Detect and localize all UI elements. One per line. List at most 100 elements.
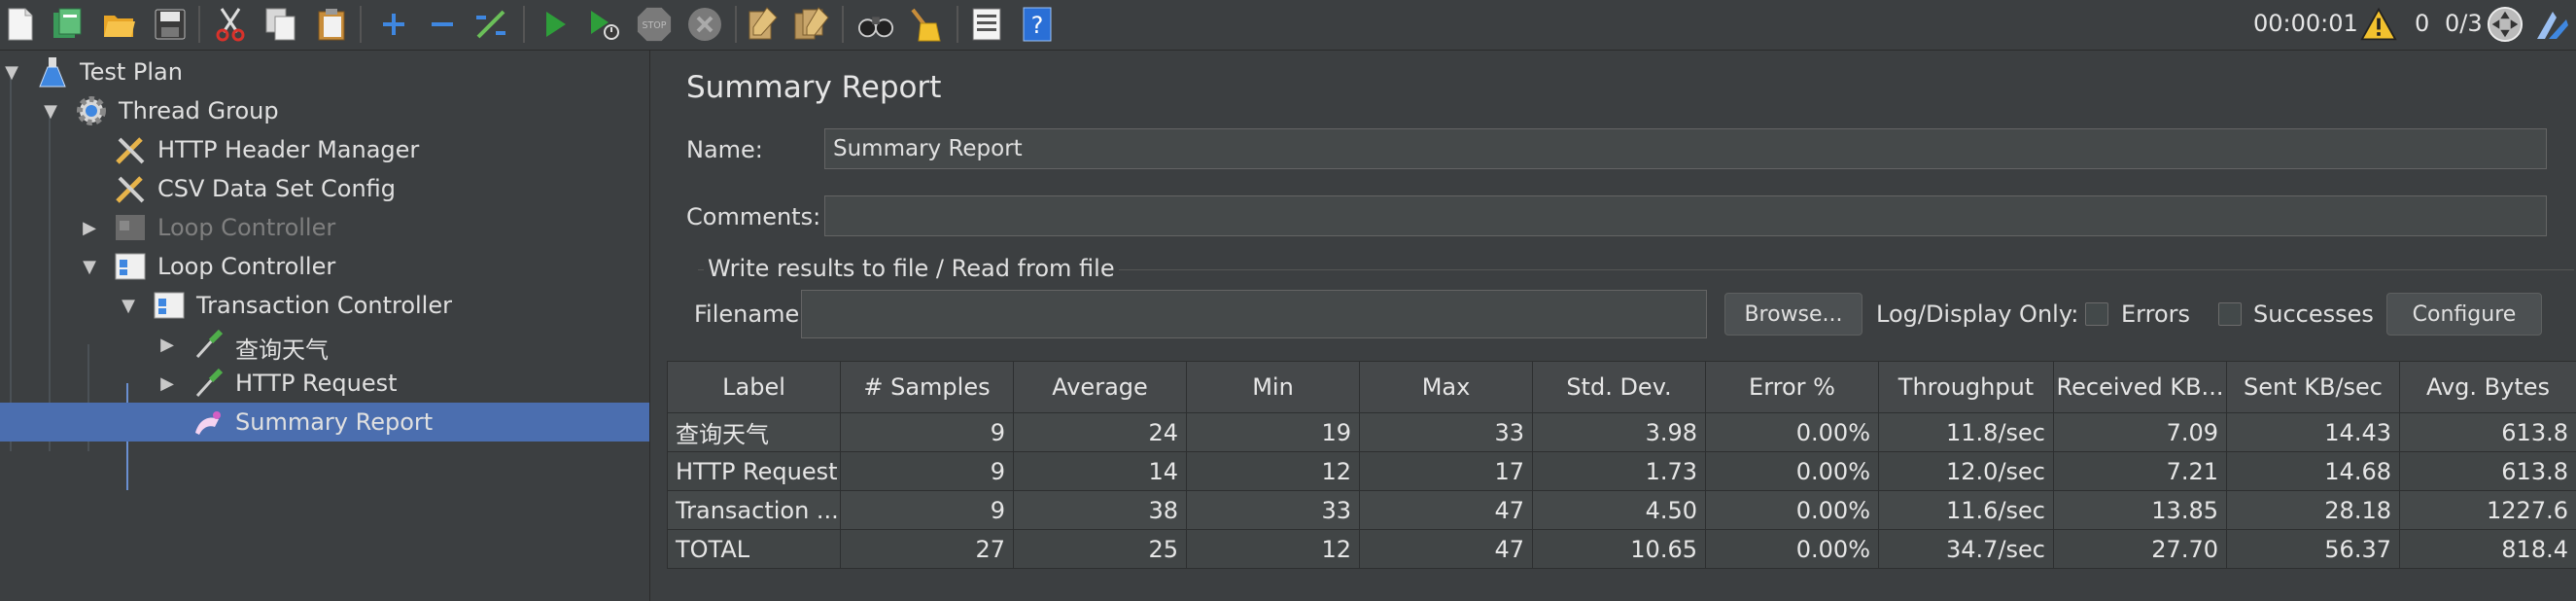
table-cell: HTTP Request	[667, 451, 841, 491]
table-cell: 25	[1013, 529, 1187, 569]
column-header[interactable]: Avg. Bytes	[2399, 361, 2576, 413]
table-cell: 12	[1186, 529, 1360, 569]
listener-icon	[191, 405, 226, 440]
tree-node-csv-data-set-config[interactable]: CSV Data Set Config	[0, 169, 649, 208]
table-cell: Transaction ...	[667, 490, 841, 530]
log-viewer-icon[interactable]	[2533, 4, 2570, 45]
table-cell: 9	[840, 412, 1014, 452]
search-icon[interactable]	[857, 4, 894, 45]
expanded-arrow-icon[interactable]: ▼	[0, 53, 23, 91]
tree-node-summary-report[interactable]: Summary Report	[0, 403, 649, 442]
shutdown-icon[interactable]	[686, 4, 723, 45]
flask-icon	[35, 54, 70, 89]
table-cell: 17	[1359, 451, 1533, 491]
table-cell: 19	[1186, 412, 1360, 452]
tree-node-loop-controller[interactable]: ▼ Loop Controller	[0, 247, 649, 286]
toolbar-separator	[735, 6, 737, 43]
table-cell: 613.8	[2399, 412, 2576, 452]
toolbar-separator	[957, 6, 958, 43]
table-cell: 11.6/sec	[1878, 490, 2054, 530]
reset-search-icon[interactable]	[906, 4, 943, 45]
table-header-row: Label # Samples Average Min Max Std. Dev…	[667, 361, 2576, 413]
remote-start-icon[interactable]	[2487, 4, 2524, 45]
column-header[interactable]: Min	[1186, 361, 1360, 413]
active-threads: 0/3	[2445, 10, 2483, 37]
tree-node-label: HTTP Header Manager	[157, 136, 420, 163]
table-row[interactable]: Transaction ... 9 38 33 47 4.50 0.00% 11…	[667, 490, 2576, 530]
clear-icon[interactable]	[745, 4, 782, 45]
wrench-icon	[113, 132, 148, 167]
column-header[interactable]: Label	[667, 361, 841, 413]
tree-node-sampler-weather[interactable]: ▶ 查询天气	[0, 325, 649, 364]
templates-icon[interactable]	[49, 4, 86, 45]
column-header[interactable]: Average	[1013, 361, 1187, 413]
table-cell: 33	[1359, 412, 1533, 452]
table-cell: 9	[840, 490, 1014, 530]
table-cell: 1227.6	[2399, 490, 2576, 530]
copy-icon[interactable]	[262, 4, 299, 45]
stop-icon[interactable]: STOP	[636, 4, 673, 45]
table-cell: 24	[1013, 412, 1187, 452]
expanded-arrow-icon[interactable]: ▼	[117, 286, 140, 325]
table-cell: 38	[1013, 490, 1187, 530]
toolbar-separator	[198, 6, 200, 43]
configure-button[interactable]: Configure	[2386, 293, 2542, 336]
collapsed-arrow-icon[interactable]: ▶	[156, 325, 179, 364]
errors-checkbox[interactable]	[2085, 302, 2108, 326]
column-header[interactable]: Max	[1359, 361, 1533, 413]
cut-icon[interactable]	[212, 4, 249, 45]
column-header[interactable]: Sent KB/sec	[2226, 361, 2400, 413]
tree-node-transaction-controller[interactable]: ▼ Transaction Controller	[0, 286, 649, 325]
table-row[interactable]: HTTP Request 9 14 12 17 1.73 0.00% 12.0/…	[667, 451, 2576, 491]
collapsed-arrow-icon[interactable]: ▶	[78, 208, 101, 247]
start-icon[interactable]	[537, 4, 574, 45]
table-cell: TOTAL	[667, 529, 841, 569]
expanded-arrow-icon[interactable]: ▼	[78, 247, 101, 286]
tree-node-loop-controller-disabled[interactable]: ▶ Loop Controller	[0, 208, 649, 247]
column-header[interactable]: Std. Dev.	[1532, 361, 1706, 413]
function-helper-icon[interactable]	[968, 4, 1005, 45]
column-header[interactable]: Error %	[1705, 361, 1879, 413]
paste-icon[interactable]	[313, 4, 350, 45]
tree-node-http-header-manager[interactable]: HTTP Header Manager	[0, 130, 649, 169]
tree-node-http-request[interactable]: ▶ HTTP Request	[0, 364, 649, 403]
tree-node-test-plan[interactable]: ▼ Test Plan	[0, 53, 649, 91]
new-icon[interactable]	[2, 4, 39, 45]
collapsed-arrow-icon[interactable]: ▶	[156, 364, 179, 403]
table-cell: 47	[1359, 529, 1533, 569]
help-icon[interactable]: ?	[1019, 4, 1056, 45]
browse-button[interactable]: Browse...	[1724, 293, 1862, 336]
save-icon[interactable]	[152, 4, 189, 45]
tree-node-label: Loop Controller	[157, 214, 336, 241]
tree-node-label: Loop Controller	[157, 253, 336, 280]
summary-table: Label # Samples Average Min Max Std. Dev…	[667, 361, 2576, 569]
expanded-arrow-icon[interactable]: ▼	[39, 91, 62, 130]
successes-checkbox[interactable]	[2218, 302, 2242, 326]
open-icon[interactable]	[101, 4, 138, 45]
table-cell: 7.09	[2053, 412, 2227, 452]
table-cell: 12.0/sec	[1878, 451, 2054, 491]
table-cell: 0.00%	[1705, 490, 1879, 530]
column-header[interactable]: Throughput	[1878, 361, 2054, 413]
comments-field[interactable]	[824, 195, 2547, 236]
table-cell: 1.73	[1532, 451, 1706, 491]
column-header[interactable]: # Samples	[840, 361, 1014, 413]
table-row[interactable]: 查询天气 9 24 19 33 3.98 0.00% 11.8/sec 7.09…	[667, 412, 2576, 452]
name-field[interactable]	[824, 128, 2547, 169]
expand-icon[interactable]	[375, 4, 412, 45]
pipette-icon	[191, 327, 226, 362]
column-header[interactable]: Received KB...	[2053, 361, 2227, 413]
tree-node-label: Summary Report	[235, 408, 434, 436]
table-cell: 0.00%	[1705, 412, 1879, 452]
collapse-icon[interactable]	[424, 4, 461, 45]
toolbar-separator	[360, 6, 362, 43]
warning-icon[interactable]	[2360, 4, 2397, 45]
start-no-timers-icon[interactable]	[585, 4, 622, 45]
tree-node-thread-group[interactable]: ▼ Thread Group	[0, 91, 649, 130]
filename-input[interactable]	[801, 290, 1707, 338]
tree-node-label: Thread Group	[119, 97, 279, 124]
table-row-total[interactable]: TOTAL 27 25 12 47 10.65 0.00% 34.7/sec 2…	[667, 529, 2576, 569]
tree-node-label: CSV Data Set Config	[157, 175, 397, 202]
clear-all-icon[interactable]	[793, 4, 830, 45]
toggle-icon[interactable]	[472, 4, 509, 45]
